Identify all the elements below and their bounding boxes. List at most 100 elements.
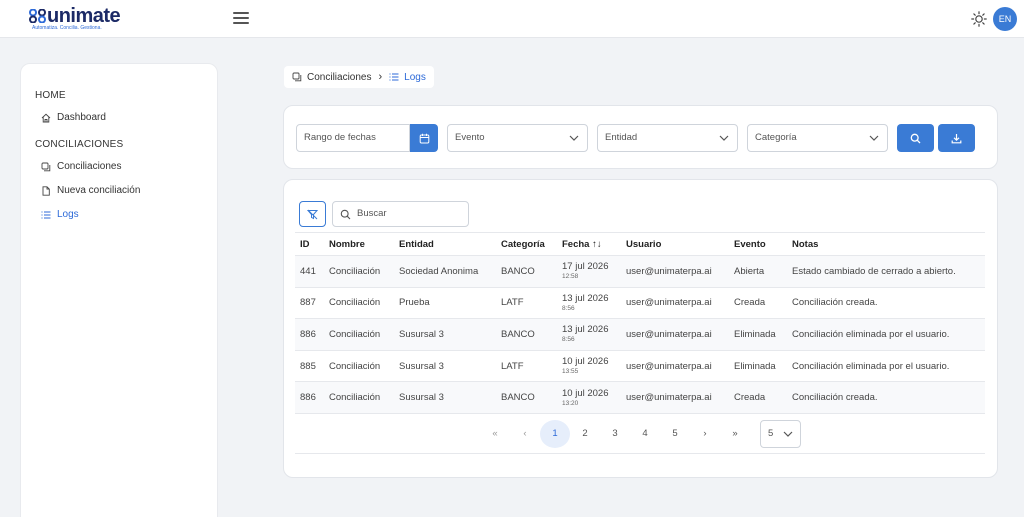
- cell-nombre: Conciliación: [324, 318, 394, 351]
- cell-evento: Eliminada: [729, 318, 787, 351]
- search-button[interactable]: [897, 124, 934, 152]
- chevron-right-icon: ›: [378, 71, 383, 83]
- column-header-id[interactable]: ID: [295, 232, 324, 256]
- cell-id: 441: [295, 255, 324, 288]
- copy-icon: [292, 72, 302, 82]
- cell-id: 885: [295, 350, 324, 383]
- cell-nombre: Conciliación: [324, 381, 394, 414]
- cell-usuario: user@unimaterpa.ai: [621, 350, 729, 383]
- cell-fecha: 10 jul 2026 13:20: [557, 381, 621, 414]
- cell-date: 13 jul 2026: [562, 292, 609, 304]
- cell-date: 10 jul 2026: [562, 387, 609, 399]
- cell-categoria: BANCO: [496, 318, 557, 351]
- filter-slash-icon: [307, 209, 318, 219]
- event-select[interactable]: Evento: [447, 124, 588, 152]
- sidebar-item-dashboard[interactable]: Dashboard: [41, 112, 106, 123]
- cell-entidad: Sociedad Anonima: [394, 255, 496, 288]
- cell-time: 13:55: [562, 368, 579, 376]
- unimate-logo[interactable]: unimate Automatiza. Concilia. Gestiona.: [29, 6, 139, 34]
- cell-date: 13 jul 2026: [562, 324, 609, 336]
- cell-entidad: Susursal 3: [394, 381, 496, 414]
- column-header-categoria[interactable]: Categoría: [496, 232, 557, 256]
- last-page-button[interactable]: »: [720, 420, 750, 448]
- cell-categoria: LATF: [496, 287, 557, 320]
- cell-id: 887: [295, 287, 324, 320]
- sidebar-item-label: Logs: [57, 209, 79, 220]
- menu-toggle-icon[interactable]: [233, 12, 249, 26]
- column-header-entidad[interactable]: Entidad: [394, 232, 496, 256]
- cell-evento: Eliminada: [729, 350, 787, 383]
- cell-notas: Estado cambiado de cerrado a abierto.: [787, 255, 985, 288]
- sun-icon[interactable]: [971, 11, 987, 27]
- list-icon: [41, 211, 51, 218]
- cell-categoria: LATF: [496, 350, 557, 383]
- sidebar-item-nueva-conciliacion[interactable]: Nueva conciliación: [41, 185, 140, 196]
- sidebar-item-logs[interactable]: Logs: [41, 209, 79, 220]
- page-button-1[interactable]: 1: [540, 420, 570, 448]
- search-icon: [910, 133, 921, 143]
- cell-usuario: user@unimaterpa.ai: [621, 381, 729, 414]
- cell-fecha: 17 jul 2026 12:58: [557, 255, 621, 288]
- calendar-button[interactable]: [410, 124, 438, 152]
- column-header-nombre[interactable]: Nombre: [324, 232, 394, 256]
- cell-date: 10 jul 2026: [562, 356, 609, 368]
- prev-page-button[interactable]: ‹: [510, 420, 540, 448]
- sidebar-item-conciliaciones[interactable]: Conciliaciones: [41, 161, 121, 172]
- cell-entidad: Susursal 3: [394, 318, 496, 351]
- download-button[interactable]: [938, 124, 975, 152]
- page-button-4[interactable]: 4: [630, 420, 660, 448]
- date-range-input[interactable]: Rango de fechas: [296, 124, 410, 152]
- clear-filter-button[interactable]: [299, 201, 326, 227]
- page-button-5[interactable]: 5: [660, 420, 690, 448]
- event-select-value: Evento: [455, 132, 485, 143]
- cell-nombre: Conciliación: [324, 350, 394, 383]
- cell-nombre: Conciliación: [324, 287, 394, 320]
- language-avatar[interactable]: EN: [993, 7, 1017, 31]
- home-icon: [41, 113, 51, 122]
- logs-table: ID Nombre Entidad Categoría Fecha ↑↓ Usu…: [295, 232, 985, 414]
- cell-categoria: BANCO: [496, 255, 557, 288]
- next-page-button[interactable]: ›: [690, 420, 720, 448]
- entity-select[interactable]: Entidad: [597, 124, 738, 152]
- search-placeholder: Buscar: [357, 208, 387, 219]
- filter-card: Rango de fechas Evento Entidad Categoría: [283, 105, 998, 169]
- search-icon: [340, 209, 351, 220]
- cell-usuario: user@unimaterpa.ai: [621, 255, 729, 288]
- chevron-down-icon: [869, 135, 879, 141]
- pagination: « ‹ 1 2 3 4 5 › » 5: [480, 420, 801, 448]
- rows-per-page-select[interactable]: 5: [760, 420, 801, 448]
- download-icon: [951, 133, 962, 143]
- cell-entidad: Susursal 3: [394, 350, 496, 383]
- chevron-down-icon: [569, 135, 579, 141]
- cell-id: 886: [295, 381, 324, 414]
- first-page-button[interactable]: «: [480, 420, 510, 448]
- table-row[interactable]: 886 Conciliación Susursal 3 BANCO 13 jul 202…: [295, 318, 985, 351]
- cell-notas: Conciliación creada.: [787, 381, 985, 414]
- category-select[interactable]: Categoría: [747, 124, 888, 152]
- table-row[interactable]: 886 Conciliación Susursal 3 BANCO 10 jul 202…: [295, 381, 985, 414]
- sidebar-section-home: HOME: [35, 90, 66, 101]
- breadcrumb: Conciliaciones › Logs: [284, 66, 434, 88]
- sidebar: HOME Dashboard CONCILIACIONES Conciliaci…: [20, 63, 218, 517]
- cell-time: 8:56: [562, 304, 575, 312]
- cell-nombre: Conciliación: [324, 255, 394, 288]
- breadcrumb-parent[interactable]: Conciliaciones: [307, 72, 371, 83]
- column-header-usuario[interactable]: Usuario: [621, 232, 729, 256]
- table-row[interactable]: 887 Conciliación Prueba LATF 13 jul 2026 8:56…: [295, 287, 985, 320]
- calendar-icon: [419, 133, 429, 143]
- column-header-evento[interactable]: Evento: [729, 232, 787, 256]
- cell-notas: Conciliación creada.: [787, 287, 985, 320]
- table-row[interactable]: 885 Conciliación Susursal 3 LATF 10 jul 2026…: [295, 350, 985, 383]
- cell-notas: Conciliación eliminada por el usuario.: [787, 350, 985, 383]
- table-row[interactable]: 441 Conciliación Sociedad Anonima BANCO 17 j…: [295, 255, 985, 288]
- page-button-2[interactable]: 2: [570, 420, 600, 448]
- page-button-3[interactable]: 3: [600, 420, 630, 448]
- table-body: 441 Conciliación Sociedad Anonima BANCO 17 j…: [295, 255, 985, 414]
- chevron-down-icon: [719, 135, 729, 141]
- search-input[interactable]: Buscar: [332, 201, 469, 227]
- column-header-fecha[interactable]: Fecha ↑↓: [557, 232, 621, 256]
- cell-usuario: user@unimaterpa.ai: [621, 318, 729, 351]
- cell-fecha: 10 jul 2026 13:55: [557, 350, 621, 383]
- column-header-notas[interactable]: Notas: [787, 232, 985, 256]
- cell-date: 17 jul 2026: [562, 261, 609, 273]
